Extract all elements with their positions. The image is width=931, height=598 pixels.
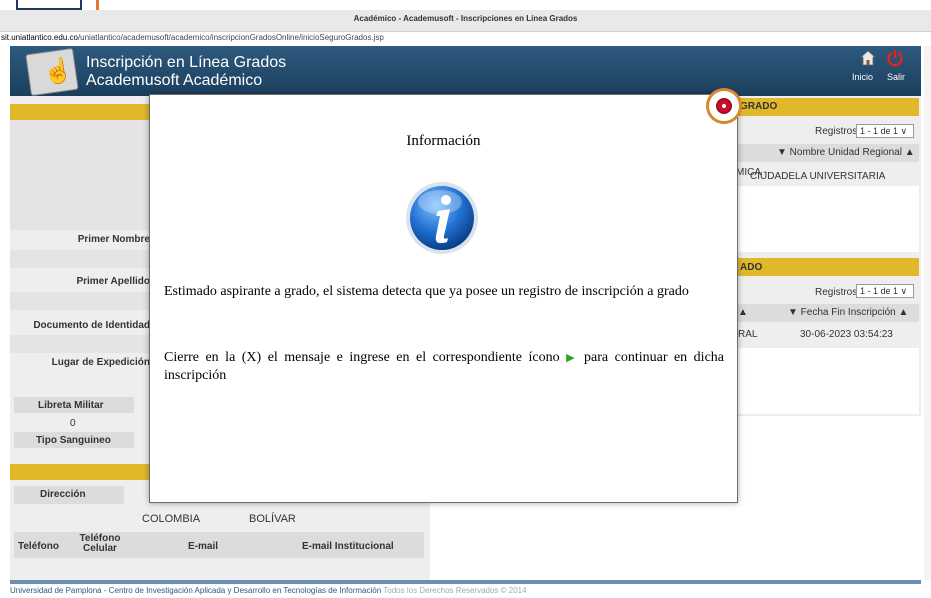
photo-area xyxy=(10,120,150,230)
section-header-bar xyxy=(10,104,150,120)
url-path: /uniatlantico/academusoft/academico/insc… xyxy=(77,33,384,42)
telefono-celular-label: Teléfono Celular xyxy=(79,533,121,554)
info-icon xyxy=(406,182,478,254)
table-cell: CIUDADELA UNIVERSITARIA xyxy=(750,171,886,182)
table-cell: 30-06-2023 03:54:23 xyxy=(800,329,893,340)
exit-link[interactable]: Salir xyxy=(887,72,905,82)
tipo-sanguineo-label: Tipo Sanguineo xyxy=(14,432,134,448)
address-bar[interactable]: sit.uniatlantico.edu.co/uniatlantico/aca… xyxy=(0,32,931,44)
section-title: GRADO xyxy=(740,101,778,112)
table-body xyxy=(736,348,919,414)
blurred-row xyxy=(10,250,150,268)
registros-select[interactable]: 1 - 1 de 1 ∨ xyxy=(856,284,914,298)
registros-select-value: 1 - 1 de 1 xyxy=(860,286,899,296)
column-header-unidad-regional[interactable]: ▼ Nombre Unidad Regional ▲ xyxy=(777,147,915,158)
logo-accent xyxy=(96,0,99,10)
direccion-label: Dirección xyxy=(14,486,124,504)
app-header: ☝ Inscripción en Línea Grados Academusof… xyxy=(10,46,921,97)
url-domain: sit.uniatlantico.edu.co xyxy=(1,33,78,42)
hand-pointer-icon: ☝ xyxy=(25,47,79,97)
footer-divider xyxy=(10,580,921,584)
window-title: Académico - Academusoft - Inscripciones … xyxy=(0,10,931,32)
address-row xyxy=(14,504,424,532)
registros-label: Registros xyxy=(815,126,858,137)
modal-message: Estimado aspirante a grado, el sistema d… xyxy=(164,284,689,299)
registros-label: Registros xyxy=(815,287,858,298)
app-title: Inscripción en Línea Grados xyxy=(86,54,287,71)
footer-text: Universidad de Pamplona - Centro de Inve… xyxy=(10,586,382,595)
section-header-bar xyxy=(10,464,150,480)
blurred-row xyxy=(10,335,150,353)
modal-title: Información xyxy=(406,133,481,149)
email-institucional-label: E-mail Institucional xyxy=(302,541,394,552)
email-label: E-mail xyxy=(188,541,219,552)
play-icon: ▶ xyxy=(566,352,578,364)
chevron-down-icon: ∨ xyxy=(900,126,908,136)
modal-instruction: Cierre en la (X) el mensaje e ingrese en… xyxy=(164,349,724,385)
departamento-value: BOLÍVAR xyxy=(249,513,296,525)
section-title: ADO xyxy=(740,262,763,273)
footer-rights: Todos los Derechos Reservados © 2014 xyxy=(383,586,527,595)
libreta-militar-value: 0 xyxy=(70,418,76,429)
registros-select-value: 1 - 1 de 1 xyxy=(860,126,899,136)
primer-apellido-label: Primer Apellido xyxy=(76,276,150,287)
power-icon[interactable] xyxy=(886,49,904,67)
section-header-bar xyxy=(736,258,919,276)
lugar-expedicion-label: Lugar de Expedición xyxy=(51,357,150,368)
chevron-down-icon: ∨ xyxy=(900,286,908,296)
modal-instruction-part1: Cierre en la (X) el mensaje e ingrese en… xyxy=(164,350,560,365)
telefono-label: Teléfono xyxy=(18,541,59,552)
registros-select[interactable]: 1 - 1 de 1 ∨ xyxy=(856,124,914,138)
primer-nombre-label: Primer Nombre xyxy=(77,234,150,245)
footer: Universidad de Pamplona - Centro de Inve… xyxy=(10,586,527,595)
home-link[interactable]: Inicio xyxy=(852,72,873,82)
column-header-fecha-fin[interactable]: ▼ Fecha Fin Inscripción ▲ xyxy=(788,307,908,318)
page-scrollbar[interactable] xyxy=(924,46,931,580)
table-cell: RAL xyxy=(738,329,758,340)
app-subtitle: Academusoft Académico xyxy=(86,72,263,89)
home-icon[interactable] xyxy=(860,50,876,66)
app-logo-fragment xyxy=(16,0,82,10)
blurred-row xyxy=(10,292,150,310)
table-body xyxy=(736,186,919,252)
documento-label: Documento de Identidad xyxy=(33,320,150,331)
column-sort-icon[interactable]: ▲ xyxy=(738,307,748,318)
close-icon[interactable] xyxy=(706,88,742,124)
libreta-militar-label: Libreta Militar xyxy=(14,397,134,413)
pais-value: COLOMBIA xyxy=(142,513,201,525)
